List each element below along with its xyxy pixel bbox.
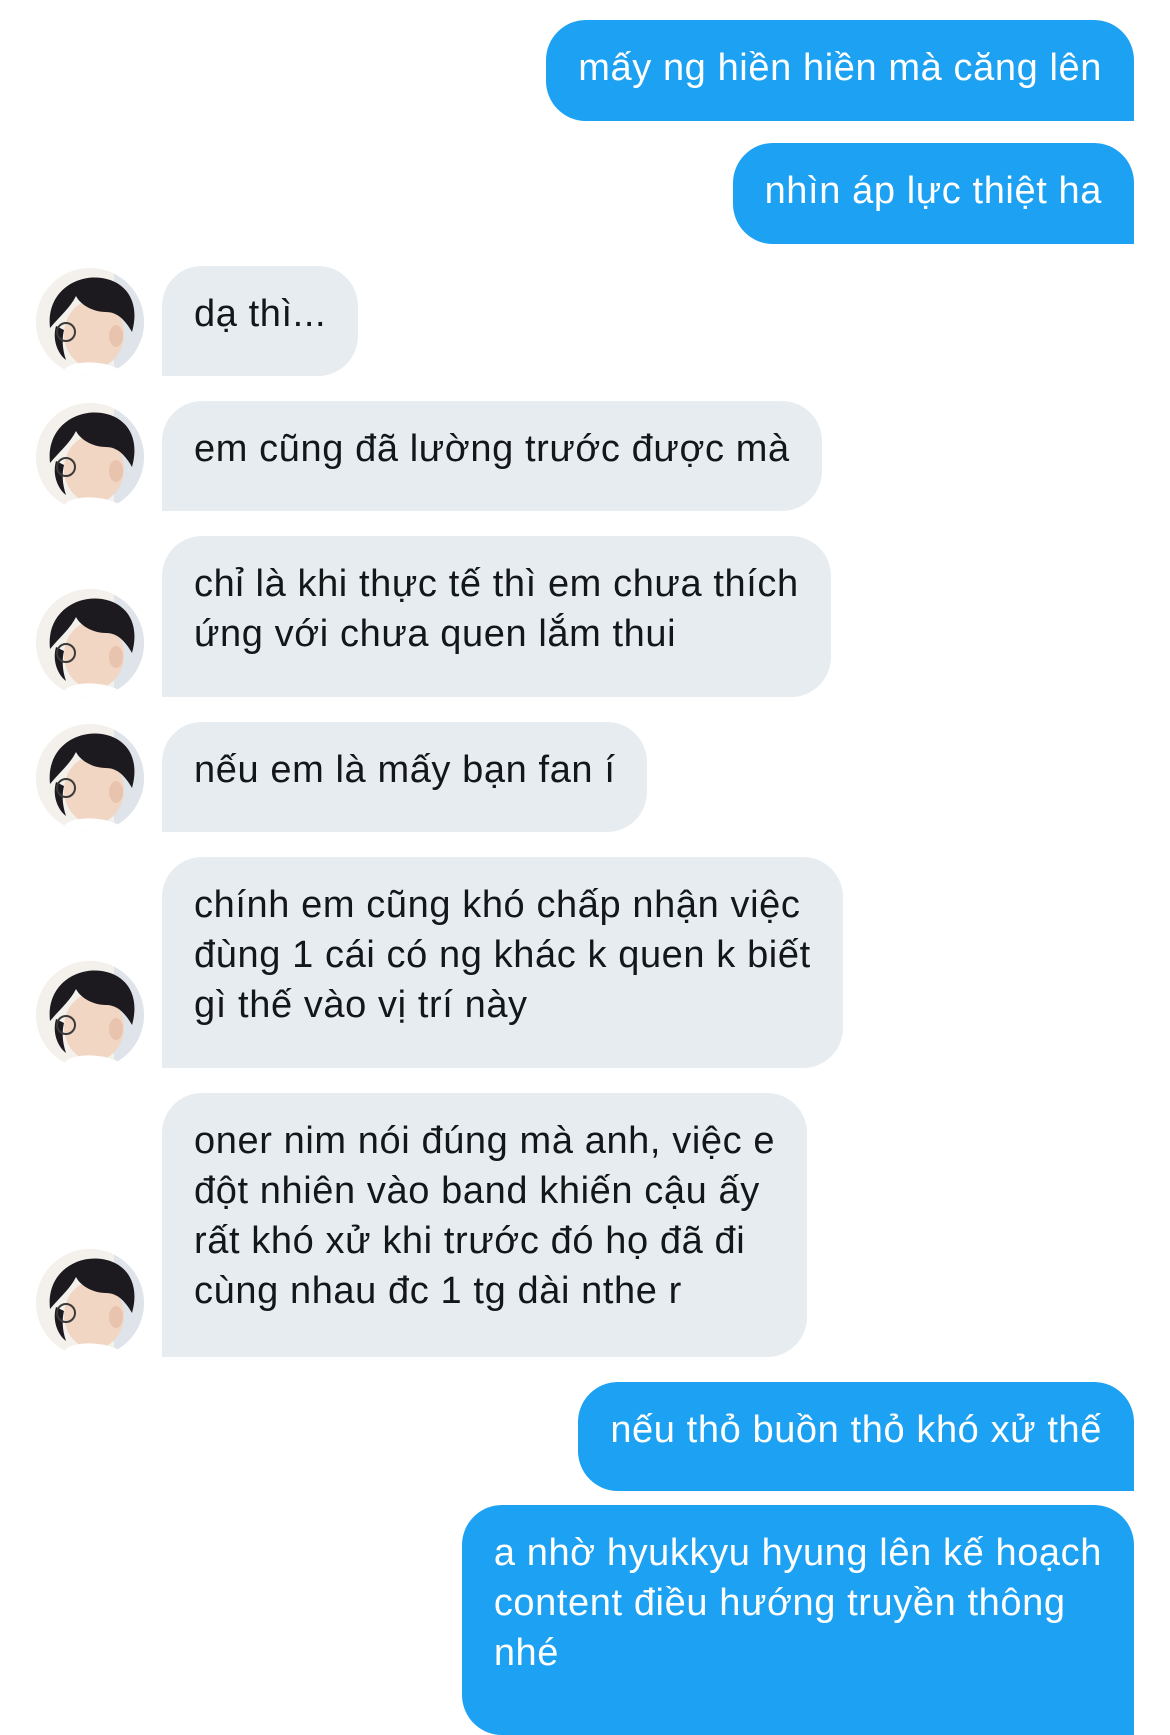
message-thread: mấy ng hiền hiền mà căng lên nhìn áp lực…: [0, 0, 1170, 1735]
outgoing-message-bubble[interactable]: a nhờ hyukkyu hyung lên kế hoạch content…: [461, 1505, 1134, 1735]
avatar-photo: [36, 268, 144, 376]
incoming-message-bubble[interactable]: em cũng đã lường trước được mà: [162, 401, 822, 511]
incoming-message-bubble[interactable]: dạ thì...: [162, 266, 359, 376]
contact-avatar[interactable]: [36, 1249, 144, 1357]
contact-avatar[interactable]: [36, 403, 144, 511]
avatar-photo: [36, 961, 144, 1069]
contact-avatar[interactable]: [36, 961, 144, 1069]
avatar-photo: [36, 403, 144, 511]
avatar-photo: [36, 724, 144, 832]
contact-avatar[interactable]: [36, 589, 144, 697]
incoming-message-bubble[interactable]: chỉ là khi thực tế thì em chưa thích ứng…: [162, 536, 831, 697]
incoming-message-bubble[interactable]: chính em cũng khó chấp nhận việc đùng 1 …: [162, 857, 843, 1068]
contact-avatar[interactable]: [36, 724, 144, 832]
outgoing-message-bubble[interactable]: mấy ng hiền hiền mà căng lên: [546, 20, 1134, 121]
avatar-photo: [36, 1249, 144, 1357]
outgoing-message-bubble[interactable]: nếu thỏ buồn thỏ khó xử thế: [578, 1382, 1134, 1491]
incoming-message-bubble[interactable]: nếu em là mấy bạn fan í: [162, 722, 648, 832]
incoming-message-bubble[interactable]: oner nim nói đúng mà anh, việc e đột nhi…: [162, 1093, 808, 1357]
avatar-photo: [36, 589, 144, 697]
contact-avatar[interactable]: [36, 268, 144, 376]
outgoing-message-bubble[interactable]: nhìn áp lực thiệt ha: [732, 143, 1134, 244]
